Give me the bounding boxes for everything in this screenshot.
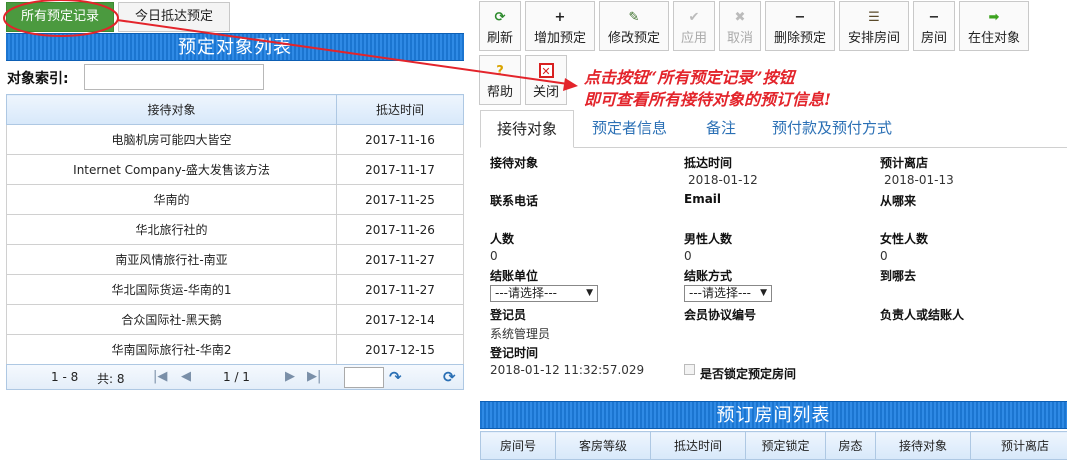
room-col-arrival[interactable]: 抵达时间 [651,432,746,460]
room-col-status[interactable]: 房态 [826,432,876,460]
female-value[interactable]: 0 [880,249,888,263]
billing-method-select[interactable]: ---请选择--- ▼ [684,285,772,302]
registrar-value: 系统管理员 [490,325,550,342]
register-time-label: 登记时间 [490,344,538,361]
room-list-banner: 预订房间列表 [480,401,1067,429]
room-col-lock[interactable]: 预定锁定 [746,432,826,460]
guest-label: 接待对象 [490,154,538,171]
tab-guest[interactable]: 接待对象 [480,110,574,148]
tab-prepayment[interactable]: 预付款及预付方式 [772,110,892,148]
register-time-value: 2018-01-12 11:32:57.029 [490,363,644,377]
responsible-label: 负责人或结账人 [880,306,964,323]
lock-room-checkbox[interactable] [684,364,695,375]
departure-label: 预计离店 [880,154,928,171]
people-value[interactable]: 0 [490,249,498,263]
billing-method-selected: ---请选择--- [689,286,751,300]
room-col-guest[interactable]: 接待对象 [876,432,971,460]
member-agreement-label: 会员协议编号 [684,306,756,323]
female-label: 女性人数 [880,230,928,247]
billing-method-label: 结账方式 [684,267,732,284]
departure-value[interactable]: 2018-01-13 [884,173,954,187]
room-col-number[interactable]: 房间号 [481,432,556,460]
arrival-label: 抵达时间 [684,154,732,171]
registrar-label: 登记员 [490,306,526,323]
annotation-text-line1: 点击按钮“所有预定记录”按钮 [584,64,794,88]
room-table: 房间号 客房等级 抵达时间 预定锁定 房态 接待对象 预计离店 [480,431,1067,460]
chevron-down-icon: ▼ [760,286,767,301]
to-label: 到哪去 [880,267,916,284]
phone-label: 联系电话 [490,192,538,209]
people-label: 人数 [490,230,514,247]
lock-room-label: 是否锁定预定房间 [700,365,796,382]
room-col-departure[interactable]: 预计离店 [971,432,1067,460]
male-label: 男性人数 [684,230,732,247]
from-label: 从哪来 [880,192,916,209]
billing-unit-select[interactable]: ---请选择--- ▼ [490,285,598,302]
tab-booker-info[interactable]: 预定者信息 [592,110,667,148]
billing-unit-selected: ---请选择--- [495,286,557,300]
tab-notes[interactable]: 备注 [706,110,736,148]
arrival-value[interactable]: 2018-01-12 [688,173,758,187]
male-value[interactable]: 0 [684,249,692,263]
email-label: Email [684,192,721,206]
room-col-grade[interactable]: 客房等级 [556,432,651,460]
chevron-down-icon: ▼ [586,286,593,301]
billing-unit-label: 结账单位 [490,267,538,284]
annotation-text-line2: 即可查看所有接待对象的预订信息! [584,86,831,110]
